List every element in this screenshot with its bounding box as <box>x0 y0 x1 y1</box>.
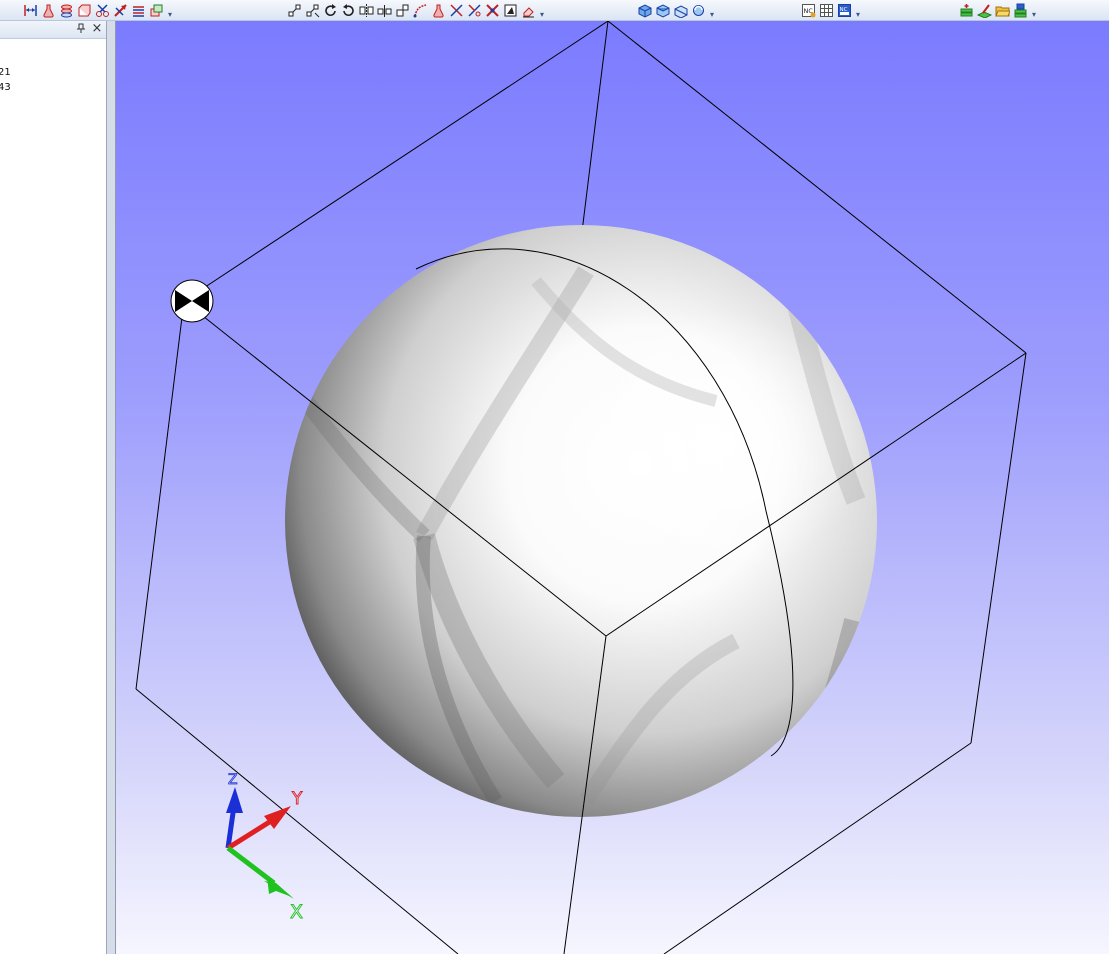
rotate-ccw-icon <box>343 3 354 16</box>
side-panel: × 21 43 <box>0 21 107 954</box>
cut-line-button[interactable] <box>448 2 465 19</box>
layers-button[interactable] <box>130 2 147 19</box>
3d-viewport[interactable]: Z Y X <box>116 21 1109 954</box>
view-side-button[interactable] <box>672 2 689 19</box>
flask-button[interactable] <box>40 2 57 19</box>
view-iso-button[interactable] <box>636 2 653 19</box>
nc-export-icon: NC <box>838 3 851 17</box>
close-icon[interactable]: × <box>90 22 104 36</box>
trim-button[interactable] <box>466 2 483 19</box>
grid-table-button[interactable] <box>818 2 835 19</box>
toolbar-overflow-icon[interactable]: ▾ <box>708 2 716 19</box>
z-axis-label: Z <box>228 772 238 788</box>
flask-tool-icon <box>433 4 444 17</box>
arrow-cut-icon <box>114 3 127 17</box>
toolbar-overflow-icon[interactable]: ▾ <box>166 2 174 19</box>
save-stack-button[interactable] <box>1012 2 1029 19</box>
pencil-plane-button[interactable] <box>976 2 993 19</box>
erase-button[interactable] <box>520 2 537 19</box>
trim-icon <box>468 3 481 17</box>
origin-marker-icon[interactable] <box>170 279 214 323</box>
save-stack-icon <box>1014 3 1027 17</box>
rotate-button[interactable] <box>322 2 339 19</box>
grid-table-icon <box>820 3 833 17</box>
scale-button[interactable] <box>394 2 411 19</box>
rotate-ccw-button[interactable] <box>340 2 357 19</box>
toolbar-group-nc: NC NC ▾ <box>800 1 862 19</box>
curve-icon <box>413 3 427 17</box>
stack-boxes-button[interactable] <box>148 2 165 19</box>
open-folder-button[interactable] <box>994 2 1011 19</box>
cylinder-stack-icon <box>61 4 72 17</box>
scissors-icon <box>96 3 109 17</box>
flask-icon <box>43 4 54 17</box>
y-axis-label: Y <box>291 789 303 809</box>
cylinder-stack-button[interactable] <box>58 2 75 19</box>
toolbar-group-transform: ▾ <box>286 1 546 19</box>
toolbar-group-view: ▾ <box>636 1 716 19</box>
nc-icon: NC <box>802 3 816 17</box>
node-remove-icon <box>306 4 320 17</box>
flask-tool-button[interactable] <box>430 2 447 19</box>
stack-boxes-icon <box>150 4 163 16</box>
frame-button[interactable] <box>502 2 519 19</box>
frame-icon <box>504 4 517 16</box>
box-icon <box>78 4 91 16</box>
mirror-icon <box>359 3 374 17</box>
add-layer-button[interactable] <box>958 2 975 19</box>
toolbar-strip: ▾ ▾ ▾ NC NC ▾ ▾ <box>0 0 1109 21</box>
erase-icon <box>523 6 534 17</box>
box-button[interactable] <box>76 2 93 19</box>
node-add-button[interactable] <box>286 2 303 19</box>
side-panel-list: 21 43 <box>0 65 11 95</box>
toolbar-overflow-icon[interactable]: ▾ <box>854 2 862 19</box>
view-top-button[interactable] <box>654 2 671 19</box>
toolbar-overflow-icon[interactable]: ▾ <box>1030 2 1038 19</box>
toolbar-group-file: ▾ <box>958 1 1038 19</box>
list-item[interactable]: 43 <box>0 80 11 95</box>
nc-export-button[interactable]: NC <box>836 2 853 19</box>
pin-icon[interactable] <box>75 23 87 35</box>
dimension-button[interactable] <box>22 2 39 19</box>
toolbar-overflow-icon[interactable]: ▾ <box>538 2 546 19</box>
arrow-cut-button[interactable] <box>112 2 129 19</box>
panel-splitter[interactable] <box>107 21 116 954</box>
view-top-icon <box>656 3 670 18</box>
scene-canvas[interactable]: Z Y X <box>116 21 1109 954</box>
mirror-button[interactable] <box>358 2 375 19</box>
x-axis-label: X <box>290 901 303 923</box>
view-iso-icon <box>638 3 652 18</box>
scissors-button[interactable] <box>94 2 111 19</box>
layers-icon <box>133 5 144 17</box>
node-remove-button[interactable] <box>304 2 321 19</box>
side-panel-header: × <box>0 21 106 39</box>
cad-application: ▾ ▾ ▾ NC NC ▾ ▾ × 21 43 Z Y X <box>0 0 1109 954</box>
open-folder-icon <box>995 6 1010 16</box>
scale-icon <box>396 4 409 16</box>
curve-button[interactable] <box>412 2 429 19</box>
view-rotate-button[interactable] <box>690 2 707 19</box>
list-item[interactable]: 21 <box>0 65 11 80</box>
node-add-icon <box>288 4 301 16</box>
sphere-model[interactable] <box>285 225 886 817</box>
cross-cut-button[interactable] <box>484 2 501 19</box>
mirror-plane-icon <box>377 4 392 17</box>
toolbar-group-modeling: ▾ <box>22 1 174 19</box>
mirror-plane-button[interactable] <box>376 2 393 19</box>
add-layer-icon <box>960 3 973 16</box>
nc-button[interactable]: NC <box>800 2 817 19</box>
cross-cut-icon <box>486 3 499 17</box>
view-rotate-icon <box>693 4 704 16</box>
dimension-icon <box>24 4 37 16</box>
rotate-icon <box>325 3 336 16</box>
view-side-icon <box>674 4 688 18</box>
cut-line-icon <box>450 3 463 17</box>
pencil-plane-icon <box>977 3 992 18</box>
